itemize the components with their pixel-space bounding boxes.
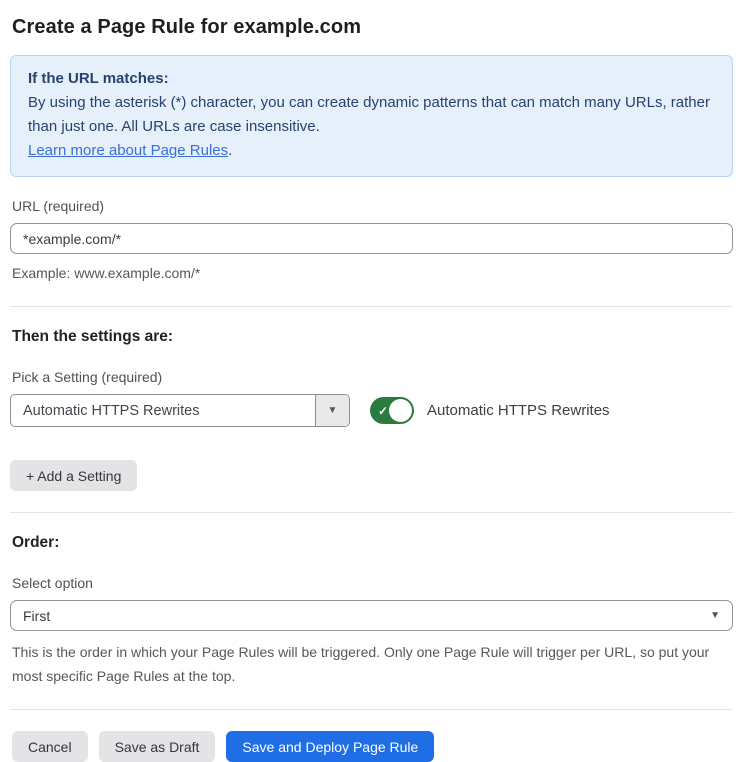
url-matches-info-box: If the URL matches: By using the asteris… [10,55,733,177]
settings-section-heading: Then the settings are: [12,328,174,345]
order-helper-text: This is the order in which your Page Rul… [12,644,710,684]
info-box-link-line: Learn more about Page Rules. [28,139,715,163]
setting-toggle-group: ✓ Automatic HTTPS Rewrites [370,397,610,424]
page-title: Create a Page Rule for example.com [12,16,362,38]
setting-picker-arrow-button[interactable]: ▼ [315,395,349,426]
setting-toggle-label: Automatic HTTPS Rewrites [427,402,610,419]
chevron-down-icon: ▼ [710,610,720,621]
setting-row: Automatic HTTPS Rewrites ▼ ✓ Automatic H… [10,394,733,427]
save-and-deploy-button[interactable]: Save and Deploy Page Rule [226,731,435,762]
setting-picker-value: Automatic HTTPS Rewrites [23,402,200,419]
order-select[interactable]: First ▼ [10,600,733,631]
divider [10,306,733,307]
pick-setting-label: Pick a Setting (required) [12,369,163,385]
url-field-label: URL (required) [12,198,105,214]
check-icon: ✓ [378,403,389,418]
chevron-down-icon: ▼ [327,405,338,416]
create-page-rule-form: Create a Page Rule for example.com If th… [0,0,743,762]
info-box-heading: If the URL matches: [28,70,169,87]
setting-toggle[interactable]: ✓ [370,397,414,424]
save-as-draft-button[interactable]: Save as Draft [98,731,216,762]
toggle-knob [389,399,412,422]
url-example-helper: Example: www.example.com/* [12,265,201,281]
learn-more-link[interactable]: Learn more about Page Rules [28,142,228,159]
divider [10,709,733,710]
divider [10,512,733,513]
order-select-label: Select option [12,575,93,591]
order-select-value: First [23,607,51,624]
order-section-heading: Order: [12,534,60,551]
footer-actions: Cancel Save as Draft Save and Deploy Pag… [12,731,733,762]
link-suffix: . [228,142,233,159]
setting-picker-dropdown[interactable]: Automatic HTTPS Rewrites ▼ [10,394,350,427]
cancel-button[interactable]: Cancel [12,731,88,762]
add-setting-button[interactable]: + Add a Setting [10,460,138,491]
url-input[interactable] [10,223,733,254]
info-box-body: By using the asterisk (*) character, you… [28,94,710,135]
